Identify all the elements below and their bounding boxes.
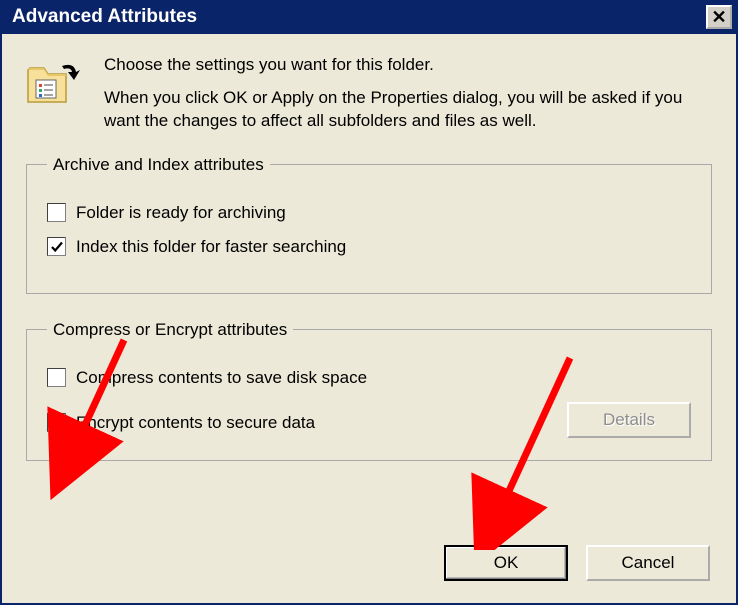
folder-settings-icon xyxy=(26,58,82,106)
index-label: Index this folder for faster searching xyxy=(76,237,346,257)
ok-button[interactable]: OK xyxy=(444,545,568,581)
intro-section: Choose the settings you want for this fo… xyxy=(26,54,712,133)
intro-line-1: Choose the settings you want for this fo… xyxy=(104,54,712,77)
dialog-title: Advanced Attributes xyxy=(12,6,706,28)
encrypt-checkbox[interactable] xyxy=(47,413,66,432)
advanced-attributes-dialog: Advanced Attributes ✕ xyxy=(0,0,738,605)
dialog-content: Choose the settings you want for this fo… xyxy=(2,34,736,507)
archive-index-legend: Archive and Index attributes xyxy=(47,155,270,175)
compress-encrypt-group: Compress or Encrypt attributes Compress … xyxy=(26,320,712,461)
compress-checkbox[interactable] xyxy=(47,368,66,387)
archive-checkbox[interactable] xyxy=(47,203,66,222)
dialog-button-row: OK Cancel xyxy=(444,545,710,581)
archive-index-group: Archive and Index attributes Folder is r… xyxy=(26,155,712,294)
cancel-button[interactable]: Cancel xyxy=(586,545,710,581)
encrypt-checkbox-row[interactable]: Encrypt contents to secure data xyxy=(47,413,315,433)
index-checkbox-row[interactable]: Index this folder for faster searching xyxy=(47,237,691,257)
intro-text: Choose the settings you want for this fo… xyxy=(104,54,712,133)
close-button[interactable]: ✕ xyxy=(706,5,732,29)
compress-checkbox-row[interactable]: Compress contents to save disk space xyxy=(47,368,691,388)
compress-encrypt-legend: Compress or Encrypt attributes xyxy=(47,320,293,340)
encrypt-label: Encrypt contents to secure data xyxy=(76,413,315,433)
archive-label: Folder is ready for archiving xyxy=(76,203,286,223)
archive-checkbox-row[interactable]: Folder is ready for archiving xyxy=(47,203,691,223)
intro-line-2: When you click OK or Apply on the Proper… xyxy=(104,87,712,133)
index-checkbox[interactable] xyxy=(47,237,66,256)
compress-label: Compress contents to save disk space xyxy=(76,368,367,388)
title-bar: Advanced Attributes ✕ xyxy=(2,0,736,34)
details-button: Details xyxy=(567,402,691,438)
close-icon: ✕ xyxy=(711,8,726,26)
